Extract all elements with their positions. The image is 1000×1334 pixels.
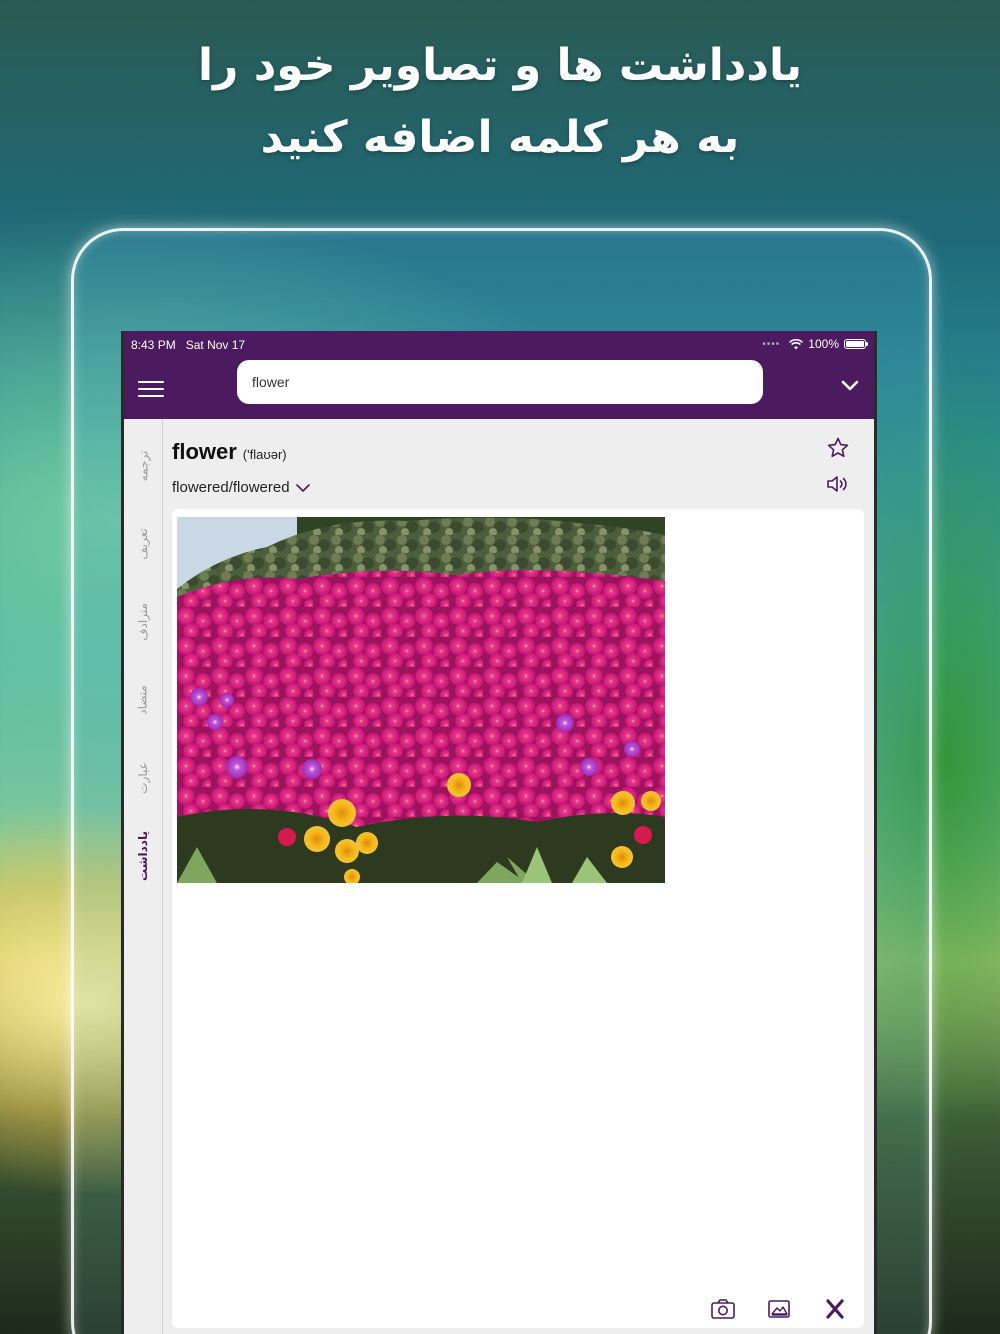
battery-percent: 100% — [808, 337, 839, 351]
status-date: Sat Nov 17 — [185, 338, 246, 352]
tab-label: مترادف — [135, 603, 150, 641]
word-content: flower ('flaʊər) flowered/flowered — [162, 419, 874, 1334]
headline-line-2: به هر کلمه اضافه کنید — [260, 112, 740, 163]
signal-dots-icon: •••• — [762, 338, 781, 350]
tab-notes[interactable]: یادداشت — [124, 821, 162, 891]
flower-photo — [177, 517, 665, 883]
camera-icon[interactable] — [710, 1298, 736, 1320]
tab-label: تعریف — [135, 528, 150, 560]
search-input[interactable] — [237, 360, 763, 404]
status-right: •••• 100% — [762, 337, 868, 351]
tab-label: یادداشت — [136, 831, 151, 881]
tab-label: عبارت — [136, 762, 150, 794]
chevron-down-icon[interactable] — [840, 379, 860, 393]
tab-definition[interactable]: تعریف — [124, 509, 162, 579]
word-forms: flowered/flowered — [172, 479, 290, 496]
tab-phrases[interactable]: عبارت — [124, 743, 162, 813]
chevron-down-icon — [295, 483, 310, 492]
battery-icon — [844, 339, 868, 349]
word-forms-dropdown[interactable]: flowered/flowered — [172, 479, 310, 496]
image-icon[interactable] — [766, 1298, 792, 1320]
status-time: 8:43 PM — [131, 338, 176, 352]
tab-label: ترجمه — [136, 450, 150, 482]
side-tabs: ترجمه تعریف مترادف متضاد عبارت یادداشت — [124, 419, 163, 1334]
note-card — [172, 509, 864, 1328]
promo-headline: یادداشت ها و تصاویر خود را به هر کلمه اض… — [0, 30, 1000, 174]
tab-translation[interactable]: ترجمه — [124, 431, 162, 501]
word-title: flower — [172, 439, 237, 464]
note-image — [177, 517, 665, 883]
hamburger-icon[interactable] — [138, 381, 164, 397]
note-actions — [710, 1298, 848, 1320]
tab-label: متضاد — [136, 685, 150, 715]
star-icon[interactable] — [826, 436, 850, 460]
close-icon[interactable] — [822, 1298, 848, 1320]
wifi-icon — [789, 338, 804, 349]
app-screen: 8:43 PM Sat Nov 17 •••• 100% flower ترجم… — [121, 331, 877, 1334]
top-bar: 8:43 PM Sat Nov 17 •••• 100% — [124, 331, 874, 419]
status-bar: 8:43 PM Sat Nov 17 •••• 100% — [131, 337, 868, 353]
tab-synonyms[interactable]: مترادف — [124, 587, 162, 657]
speaker-icon[interactable] — [826, 473, 850, 495]
tab-antonyms[interactable]: متضاد — [124, 665, 162, 735]
headline-line-1: یادداشت ها و تصاویر خود را — [197, 40, 803, 91]
word-header: flower ('flaʊər) — [172, 439, 287, 465]
status-time-date: 8:43 PM Sat Nov 17 — [131, 338, 245, 352]
word-phonetic: ('flaʊər) — [242, 447, 287, 462]
